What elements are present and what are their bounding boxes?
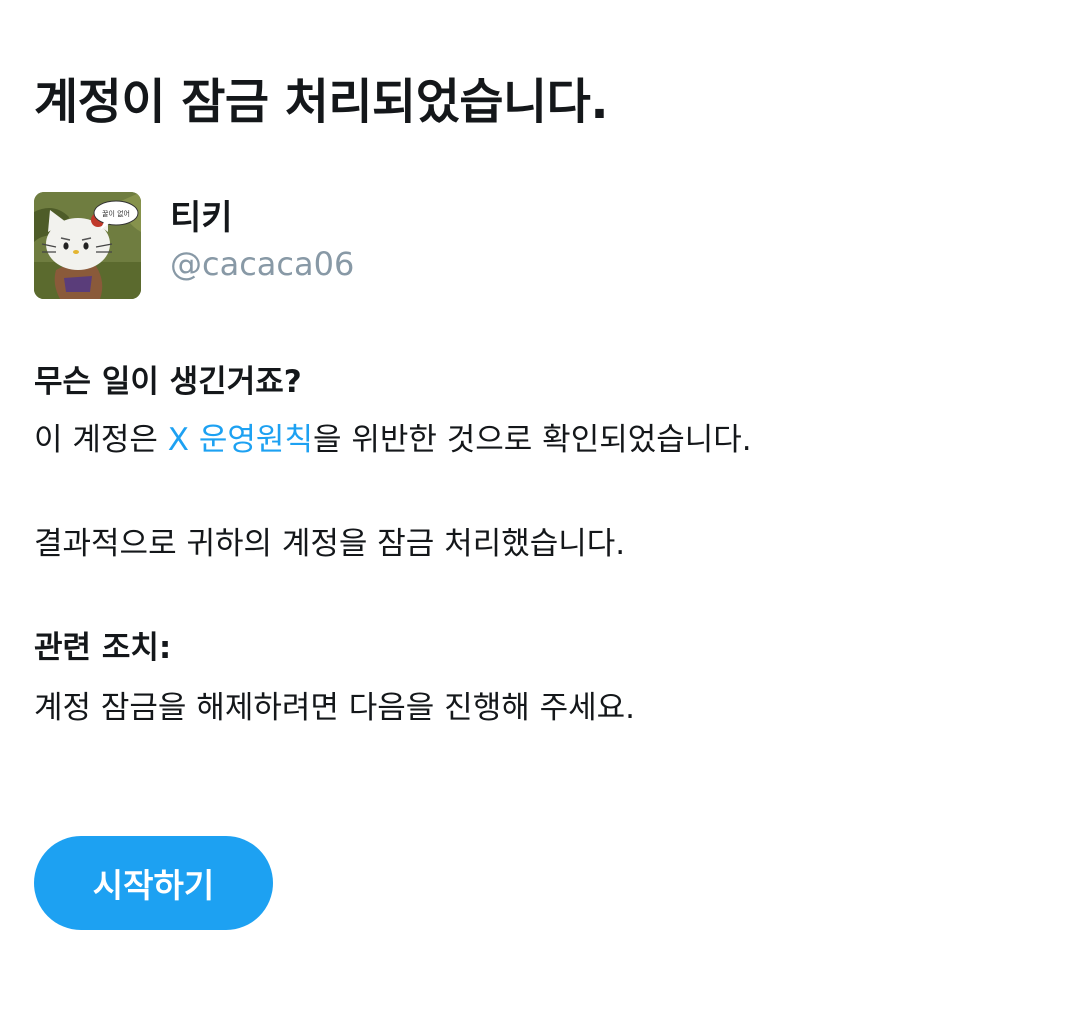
avatar: 꿀이 없어 [34,192,141,299]
rules-link[interactable]: X 운영원칙 [168,422,313,458]
user-handle: @cacaca06 [170,245,355,283]
profile-card: 꿀이 없어 티키 @cacaca06 [34,192,634,300]
hello-kitty-avatar-icon: 꿀이 없어 [34,192,141,299]
related-action-heading: 관련 조치: [34,630,172,666]
display-name: 티키 [170,198,233,238]
violation-prefix: 이 계정은 [34,422,168,458]
start-button[interactable]: 시작하기 [34,836,273,930]
related-action-text: 계정 잠금을 해제하려면 다음을 진행해 주세요. [34,690,636,726]
result-text: 결과적으로 귀하의 계정을 잠금 처리했습니다. [34,526,626,562]
violation-text: 이 계정은 X 운영원칙을 위반한 것으로 확인되었습니다. [34,418,752,462]
page-title: 계정이 잠금 처리되었습니다. [34,74,609,130]
svg-text:꿀이 없어: 꿀이 없어 [102,209,130,218]
violation-suffix: 을 위반한 것으로 확인되었습니다. [312,422,752,458]
what-happened-heading: 무슨 일이 생긴거죠? [34,364,302,400]
